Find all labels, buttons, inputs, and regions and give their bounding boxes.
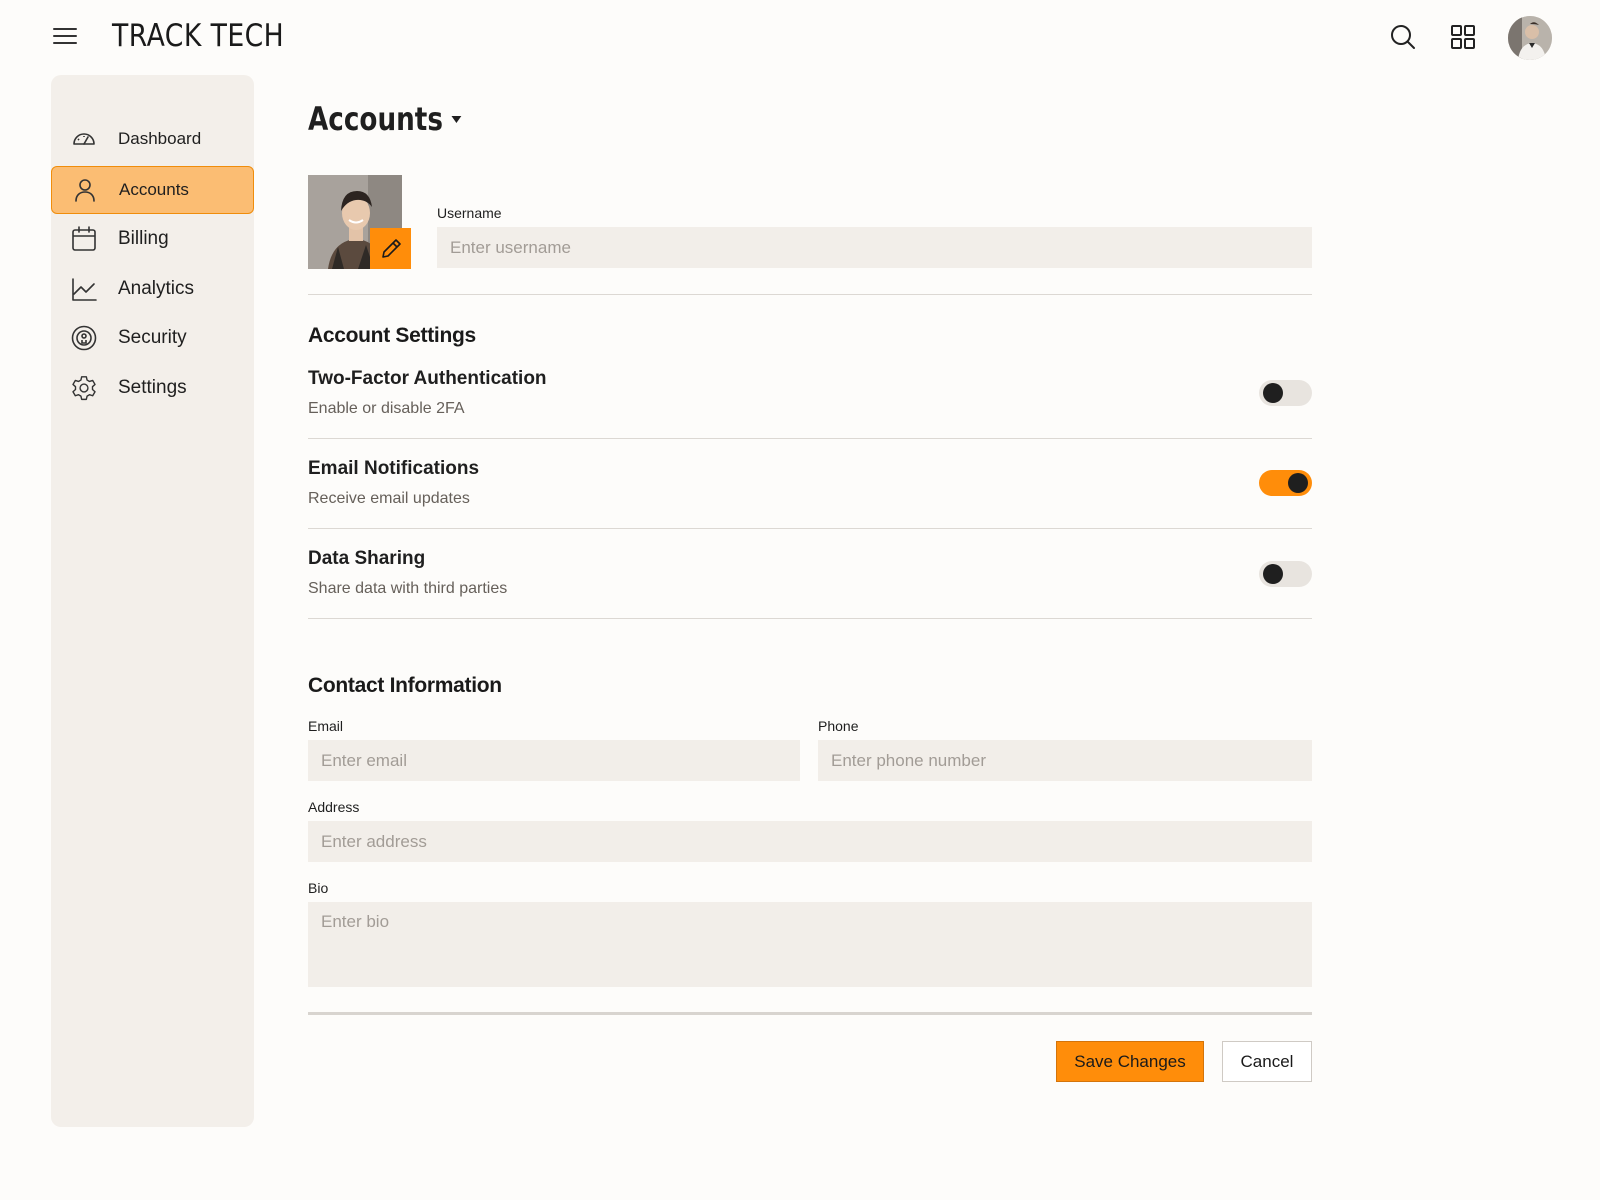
save-changes-button[interactable]: Save Changes: [1056, 1041, 1204, 1082]
cancel-button[interactable]: Cancel: [1222, 1041, 1312, 1082]
user-icon: [71, 176, 99, 204]
contact-info-title: Contact Information: [308, 674, 502, 697]
chart-line-icon: [70, 275, 98, 303]
sidebar-item-label: Accounts: [119, 180, 189, 199]
bio-label: Bio: [308, 880, 329, 896]
sidebar-item-billing[interactable]: Billing: [51, 215, 254, 263]
sidebar-item-label: Settings: [118, 377, 187, 398]
toggle-knob: [1263, 383, 1283, 403]
gear-icon: [70, 374, 98, 402]
phone-label: Phone: [818, 718, 859, 734]
sidebar-item-label: Analytics: [118, 278, 195, 299]
sidebar-item-label: Billing: [118, 228, 169, 249]
hamburger-icon[interactable]: [53, 28, 77, 48]
address-label: Address: [308, 799, 360, 815]
toggle-2fa[interactable]: [1259, 380, 1312, 406]
caret-down-icon: [451, 115, 462, 123]
toggle-knob: [1263, 564, 1283, 584]
sidebar-item-label: Dashboard: [118, 129, 202, 148]
account-settings-title: Account Settings: [308, 324, 476, 347]
divider: [308, 528, 1312, 529]
page-title[interactable]: Accounts: [308, 100, 462, 138]
divider: [308, 294, 1312, 295]
bio-field[interactable]: [308, 902, 1312, 987]
page-title-text: Accounts: [308, 100, 443, 138]
sidebar-item-label: Security: [118, 327, 187, 348]
address-field[interactable]: [308, 821, 1312, 862]
divider: [308, 438, 1312, 439]
sidebar-item-security[interactable]: Security: [51, 314, 254, 362]
username-input[interactable]: [437, 227, 1312, 268]
divider: [308, 618, 1312, 619]
setting-title-email-notifications: Email Notifications: [308, 458, 480, 479]
gauge-icon: [70, 125, 98, 153]
user-avatar[interactable]: [1508, 16, 1552, 60]
grid-icon[interactable]: [1448, 22, 1478, 52]
setting-desc-email-notifications: Receive email updates: [308, 490, 470, 507]
username-label: Username: [437, 205, 502, 221]
top-header: TRACK TECH: [0, 0, 1600, 78]
edit-photo-button[interactable]: [370, 228, 411, 269]
email-label: Email: [308, 718, 344, 734]
setting-title-data-sharing: Data Sharing: [308, 548, 426, 569]
sidebar-item-accounts[interactable]: Accounts: [51, 166, 254, 214]
setting-title-2fa: Two-Factor Authentication: [308, 368, 547, 389]
shield-icon: [70, 324, 98, 352]
setting-desc-2fa: Enable or disable 2FA: [308, 400, 465, 417]
sidebar-item-analytics[interactable]: Analytics: [51, 265, 254, 313]
search-icon[interactable]: [1388, 22, 1418, 52]
email-field[interactable]: [308, 740, 800, 781]
sidebar-item-dashboard[interactable]: Dashboard: [51, 115, 254, 163]
sidebar-item-settings[interactable]: Settings: [51, 364, 254, 412]
toggle-knob: [1288, 473, 1308, 493]
setting-desc-data-sharing: Share data with third parties: [308, 580, 508, 597]
toggle-email-notifications[interactable]: [1259, 470, 1312, 496]
divider: [308, 1012, 1312, 1015]
pencil-icon: [381, 238, 401, 258]
sidebar: Dashboard Accounts Billing Analytics Sec…: [51, 75, 254, 1127]
brand-logo[interactable]: TRACK TECH: [112, 18, 284, 54]
phone-field[interactable]: [818, 740, 1312, 781]
calendar-icon: [70, 225, 98, 253]
toggle-data-sharing[interactable]: [1259, 561, 1312, 587]
